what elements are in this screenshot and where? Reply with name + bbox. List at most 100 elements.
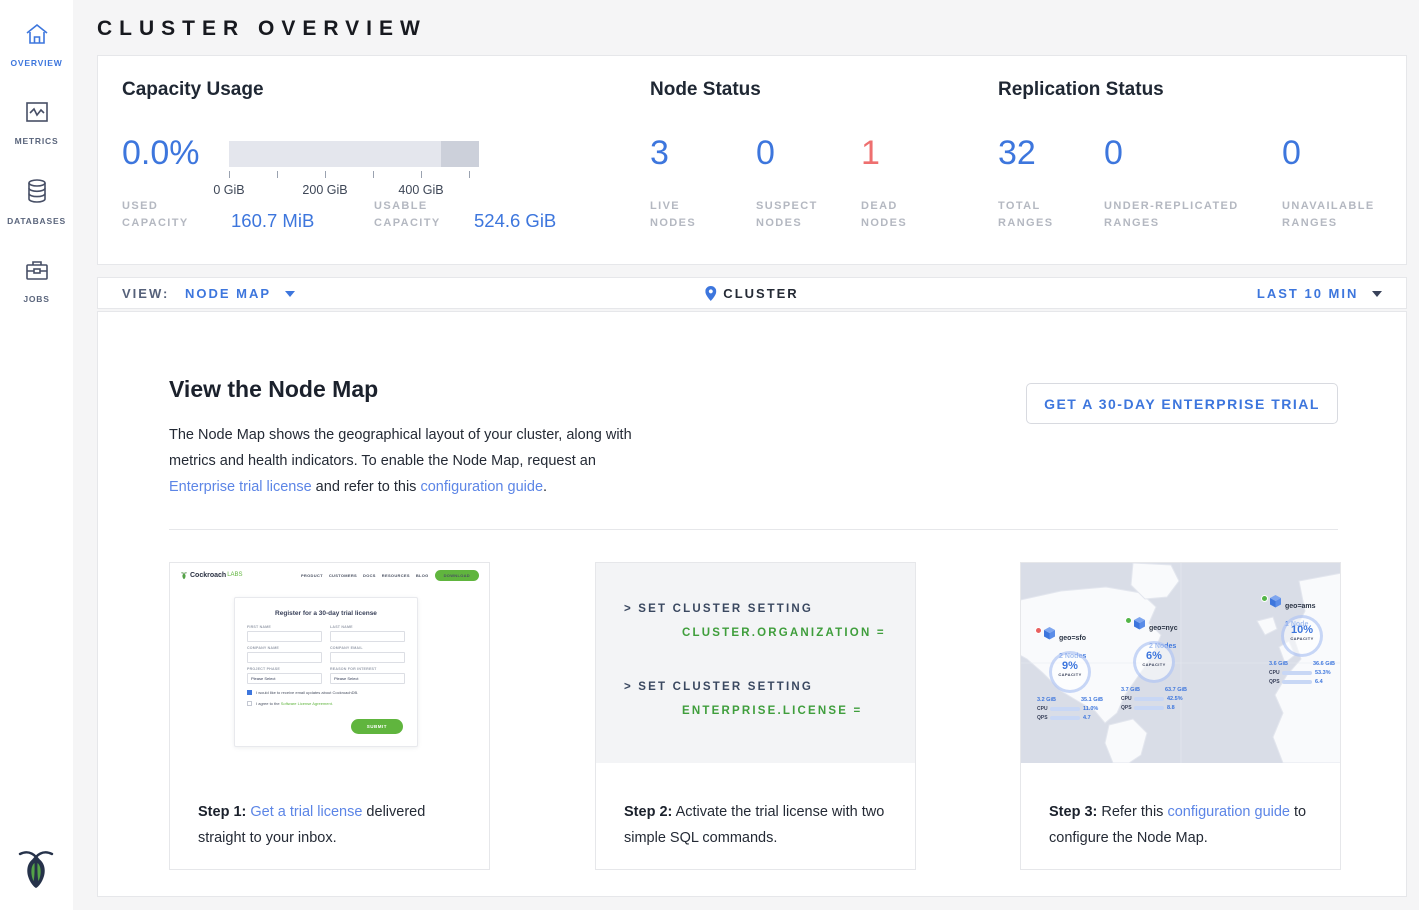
under-replicated-ranges-value: 0 (1104, 134, 1123, 173)
cpu-label: CPU (1037, 706, 1050, 712)
form-field: FIRST NAME (247, 625, 322, 642)
field-label: COMPANY EMAIL (330, 646, 405, 650)
description-text: The Node Map shows the geographical layo… (169, 427, 632, 469)
step-2-card: > SET CLUSTER SETTING CLUSTER.ORGANIZATI… (595, 562, 916, 870)
download-pill: DOWNLOAD (435, 570, 479, 581)
nav-item: RESOURCES (382, 573, 410, 578)
cockroach-labs-logo: Cockroach LABS (180, 571, 243, 580)
capacity-percent: 10% (1284, 625, 1320, 636)
description-text: . (543, 479, 547, 495)
main-content: CLUSTER OVERVIEW Capacity Usage 0.0% 0 G… (73, 0, 1419, 897)
metrics-icon (24, 111, 50, 128)
sidebar-item-overview[interactable]: OVERVIEW (0, 4, 73, 78)
node-map-heading: View the Node Map (169, 376, 378, 403)
capacity-gauge-reserved-segment (441, 141, 479, 167)
field-label: COMPANY NAME (247, 646, 322, 650)
capacity-usage-title: Capacity Usage (122, 79, 264, 101)
email-updates-checkbox-row: I would like to receive email updates ab… (247, 690, 405, 695)
node-map-description: The Node Map shows the geographical layo… (169, 422, 644, 500)
step-1-card: Cockroach LABS PRODUCT CUSTOMERS DOCS RE… (169, 562, 490, 870)
gauge-tick (469, 171, 470, 178)
sidebar-item-metrics[interactable]: METRICS (0, 82, 73, 156)
field-label: LAST NAME (330, 625, 405, 629)
form-field: COMPANY EMAIL (330, 646, 405, 663)
time-range-value: LAST 10 MIN (1257, 286, 1358, 301)
node-map-panel: View the Node Map The Node Map shows the… (97, 311, 1407, 897)
qps-value: 6.4 (1315, 679, 1323, 685)
dead-nodes-label: DEAD NODES (861, 198, 933, 232)
cluster-breadcrumb-label: CLUSTER (723, 286, 798, 301)
capacity-ring-nyc: 6% CAPACITY (1133, 641, 1175, 683)
cluster-breadcrumb[interactable]: CLUSTER (705, 286, 798, 301)
capacity-percent: 9% (1052, 661, 1088, 672)
cpu-sparkline (1282, 671, 1312, 675)
field-label: FIRST NAME (247, 625, 322, 629)
gauge-tick-label: 0 GiB (213, 183, 244, 197)
configuration-guide-link[interactable]: configuration guide (1167, 804, 1290, 820)
total-capacity: 35.1 GiB (1081, 697, 1103, 703)
sidebar-item-databases[interactable]: DATABASES (0, 160, 73, 236)
locality-name: geo=nyc (1149, 625, 1178, 632)
database-icon (24, 191, 50, 208)
trial-license-site-screenshot: Cockroach LABS PRODUCT CUSTOMERS DOCS RE… (170, 563, 489, 763)
enterprise-trial-button[interactable]: GET A 30-DAY ENTERPRISE TRIAL (1026, 383, 1338, 424)
get-trial-license-link[interactable]: Get a trial license (250, 804, 362, 820)
locality-name: geo=sfo (1059, 635, 1086, 642)
gauge-tick-label: 200 GiB (302, 183, 347, 197)
node-status-title: Node Status (650, 79, 761, 101)
submit-pill: SUBMIT (351, 719, 403, 734)
node-stats-sfo: 3.2 GiB35.1 GiB CPU11.0% QPS4.7 (1037, 697, 1103, 721)
gauge-tick-label: 400 GiB (398, 183, 443, 197)
text-input (247, 652, 322, 663)
used-capacity-label: USED CAPACITY (122, 198, 202, 232)
cpu-sparkline (1134, 697, 1164, 701)
form-field: LAST NAME (330, 625, 405, 642)
checkbox-checked-icon (247, 690, 252, 695)
gauge-tick (325, 171, 326, 178)
sql-commands-graphic: > SET CLUSTER SETTING CLUSTER.ORGANIZATI… (596, 563, 915, 763)
select-input: Please Select (330, 673, 405, 684)
sql-command: > SET CLUSTER SETTING (624, 681, 813, 693)
configuration-guide-link[interactable]: configuration guide (420, 479, 543, 495)
form-field: COMPANY NAME (247, 646, 322, 663)
qps-sparkline (1050, 716, 1080, 720)
text-input (330, 631, 405, 642)
enterprise-trial-license-link[interactable]: Enterprise trial license (169, 479, 312, 495)
capacity-ring-sfo: 9% CAPACITY (1049, 651, 1091, 693)
capacity-ring-ams: 10% CAPACITY (1281, 615, 1323, 657)
nav-item: PRODUCT (301, 573, 323, 578)
chevron-down-icon (1372, 291, 1382, 297)
step-2-caption: Step 2: Activate the trial license with … (596, 763, 915, 851)
node-stats-ams: 3.6 GiB36.6 GiB CPU53.3% QPS6.4 (1269, 661, 1335, 685)
cpu-value: 42.5% (1167, 696, 1183, 702)
page-title: CLUSTER OVERVIEW (97, 0, 1407, 55)
mini-site-nav: PRODUCT CUSTOMERS DOCS RESOURCES BLOG DO… (295, 570, 479, 581)
form-field: REASON FOR INTERESTPlease Select (330, 667, 405, 684)
qps-label: QPS (1269, 679, 1282, 685)
view-bar: VIEW: NODE MAP CLUSTER LAST 10 MIN (97, 277, 1407, 309)
cluster-summary-panel: Capacity Usage 0.0% 0 GiB 200 GiB 400 Gi… (97, 55, 1407, 265)
view-selector-dropdown[interactable]: VIEW: NODE MAP (122, 286, 295, 301)
unavailable-ranges-value: 0 (1282, 134, 1301, 173)
steps-row: Cockroach LABS PRODUCT CUSTOMERS DOCS RE… (169, 562, 1341, 870)
nav-item: DOCS (363, 573, 376, 578)
time-range-dropdown[interactable]: LAST 10 MIN (1257, 286, 1382, 301)
sidebar-item-label: OVERVIEW (0, 58, 73, 68)
step-3-caption: Step 3: Refer this configuration guide t… (1021, 763, 1340, 851)
mini-site-header: Cockroach LABS PRODUCT CUSTOMERS DOCS RE… (180, 568, 479, 582)
total-ranges-value: 32 (998, 134, 1036, 173)
step-label: Step 1: (198, 804, 246, 820)
gauge-tick (277, 171, 278, 178)
cpu-value: 53.3% (1315, 670, 1331, 676)
sidebar-item-jobs[interactable]: JOBS (0, 240, 73, 314)
logo-suffix: LABS (227, 572, 242, 578)
node-stats-nyc: 3.7 GiB63.7 GiB CPU42.5% QPS8.8 (1121, 687, 1187, 711)
total-capacity: 63.7 GiB (1165, 687, 1187, 693)
form-field: PROJECT PHASEPlease Select (247, 667, 322, 684)
node-map-preview: geo=sfo 2 Nodes 9% CAPACITY 3.2 GiB35.1 … (1021, 563, 1340, 763)
qps-label: QPS (1037, 715, 1050, 721)
locality-name: geo=ams (1285, 603, 1316, 610)
nav-item: CUSTOMERS (329, 573, 357, 578)
nav-item: BLOG (416, 573, 429, 578)
select-input: Please Select (247, 673, 322, 684)
